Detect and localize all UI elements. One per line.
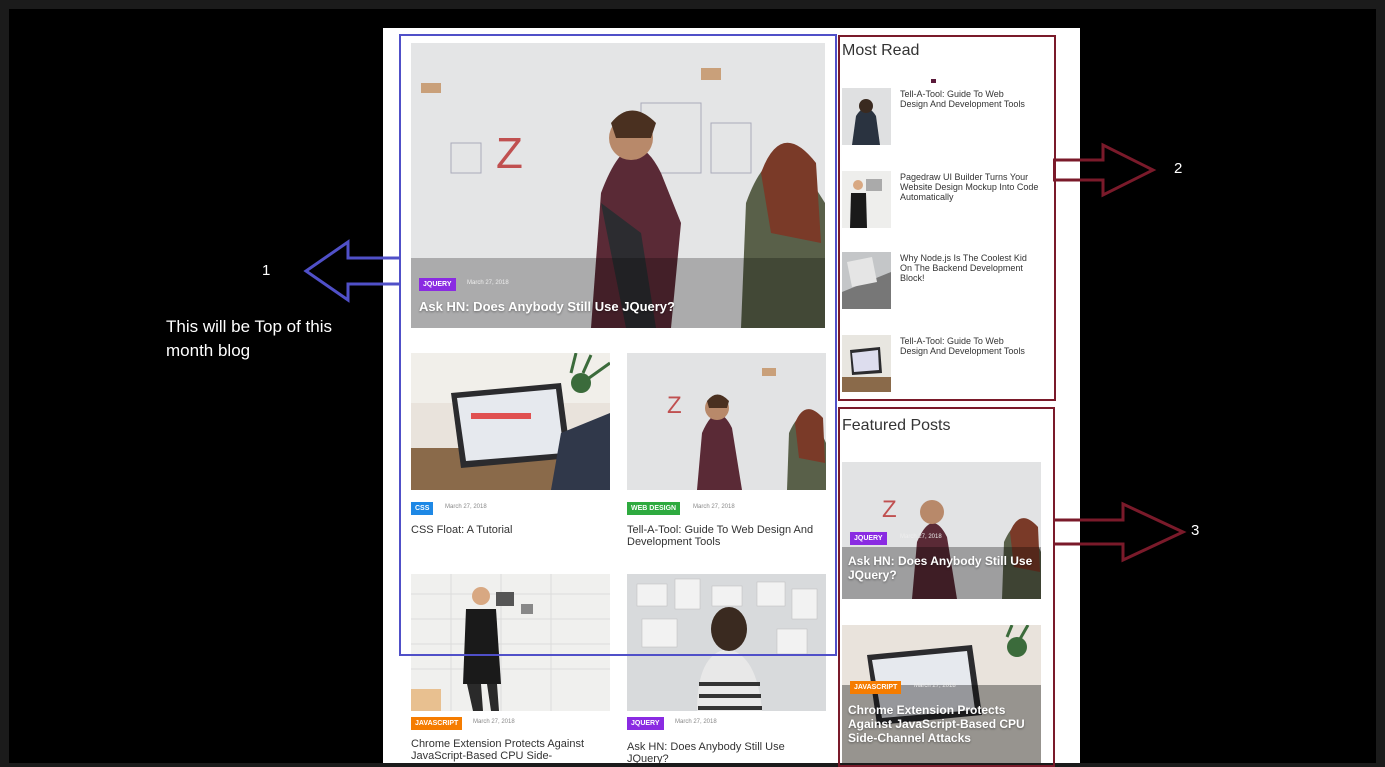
annotation-box-top-blog [399,34,837,656]
card-date: March 27, 2018 [675,719,717,725]
arrow-right-icon [1053,501,1187,563]
card-category-badge[interactable]: JAVASCRIPT [411,717,463,730]
annotation-box-most-read [838,35,1056,401]
annotation-box-featured [838,407,1055,767]
card-title[interactable]: Chrome Extension Protects Against JavaSc… [411,738,591,763]
annotation-label-3: 3 [1191,522,1200,539]
annotation-note-1: This will be Top of this month blog [166,317,332,360]
annotation-label-2: 2 [1174,160,1183,177]
annotation-label-1: 1 [262,262,271,279]
card-category-badge[interactable]: JQUERY [627,717,664,730]
arrow-left-icon [303,239,400,303]
card-date: March 27, 2018 [473,719,515,725]
card-title[interactable]: Ask HN: Does Anybody Still Use JQuery? [627,741,827,763]
arrow-right-icon [1053,142,1157,198]
